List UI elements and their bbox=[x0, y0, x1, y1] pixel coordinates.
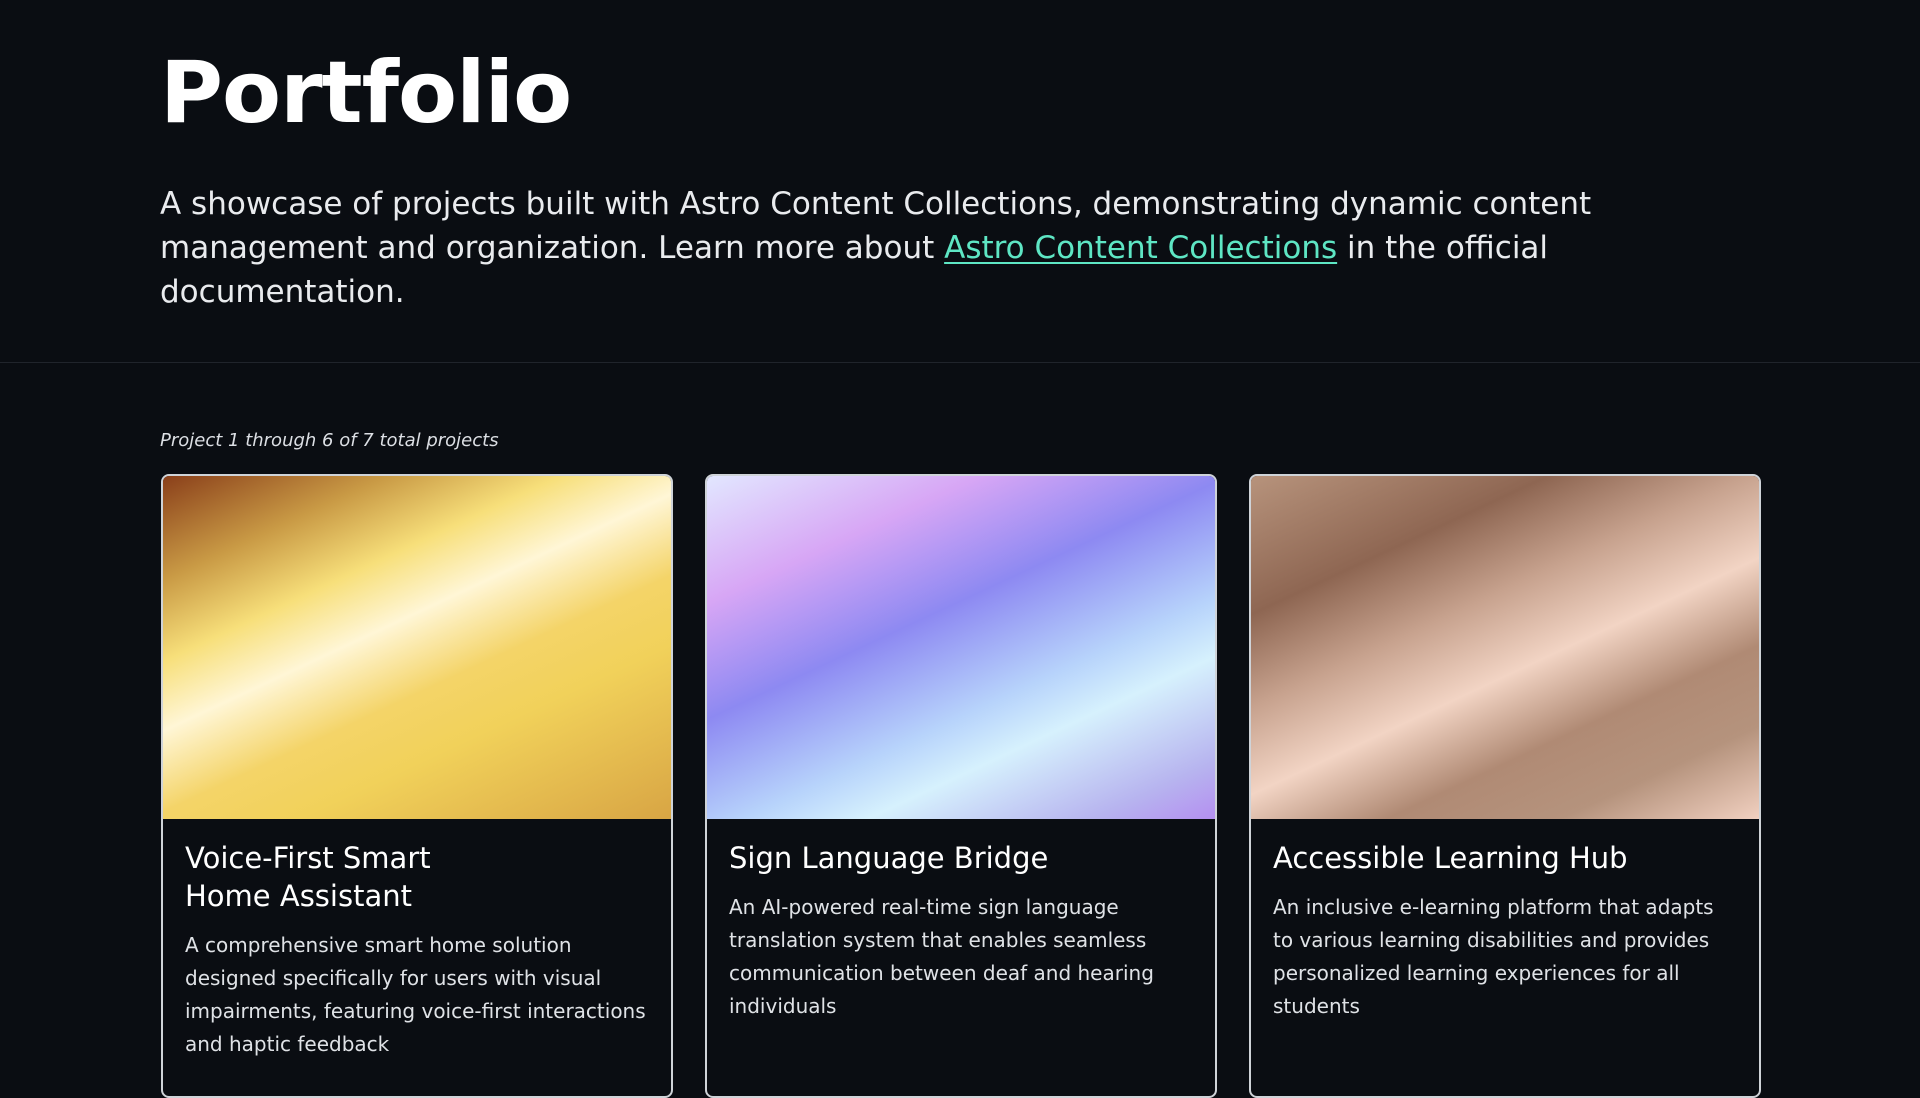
project-card-body: Sign Language Bridge An AI-powered real-… bbox=[707, 819, 1215, 1023]
astro-content-collections-link[interactable]: Astro Content Collections bbox=[944, 230, 1337, 266]
project-card[interactable]: Sign Language Bridge An AI-powered real-… bbox=[705, 474, 1217, 1098]
page-title: Portfolio bbox=[160, 43, 572, 143]
project-count: Project 1 through 6 of 7 total projects bbox=[160, 430, 499, 451]
project-title[interactable]: Sign Language Bridge bbox=[729, 839, 1193, 877]
project-description: An AI-powered real-time sign language tr… bbox=[729, 895, 1154, 1018]
project-thumbnail bbox=[1251, 476, 1759, 819]
intro-paragraph: A showcase of projects built with Astro … bbox=[160, 182, 1780, 314]
project-description: A comprehensive smart home solution desi… bbox=[185, 933, 646, 1056]
project-title[interactable]: Voice-First Smart Home Assistant bbox=[185, 839, 465, 915]
project-card-body: Accessible Learning Hub An inclusive e-l… bbox=[1251, 819, 1759, 1023]
project-title[interactable]: Accessible Learning Hub bbox=[1273, 839, 1737, 877]
page-header: Portfolio A showcase of projects built w… bbox=[0, 0, 1920, 363]
project-card[interactable]: Accessible Learning Hub An inclusive e-l… bbox=[1249, 474, 1761, 1098]
project-thumbnail bbox=[163, 476, 671, 819]
project-thumbnail bbox=[707, 476, 1215, 819]
project-card[interactable]: Voice-First Smart Home Assistant A compr… bbox=[161, 474, 673, 1098]
project-card-body: Voice-First Smart Home Assistant A compr… bbox=[163, 819, 671, 1061]
project-description: An inclusive e-learning platform that ad… bbox=[1273, 895, 1714, 1018]
